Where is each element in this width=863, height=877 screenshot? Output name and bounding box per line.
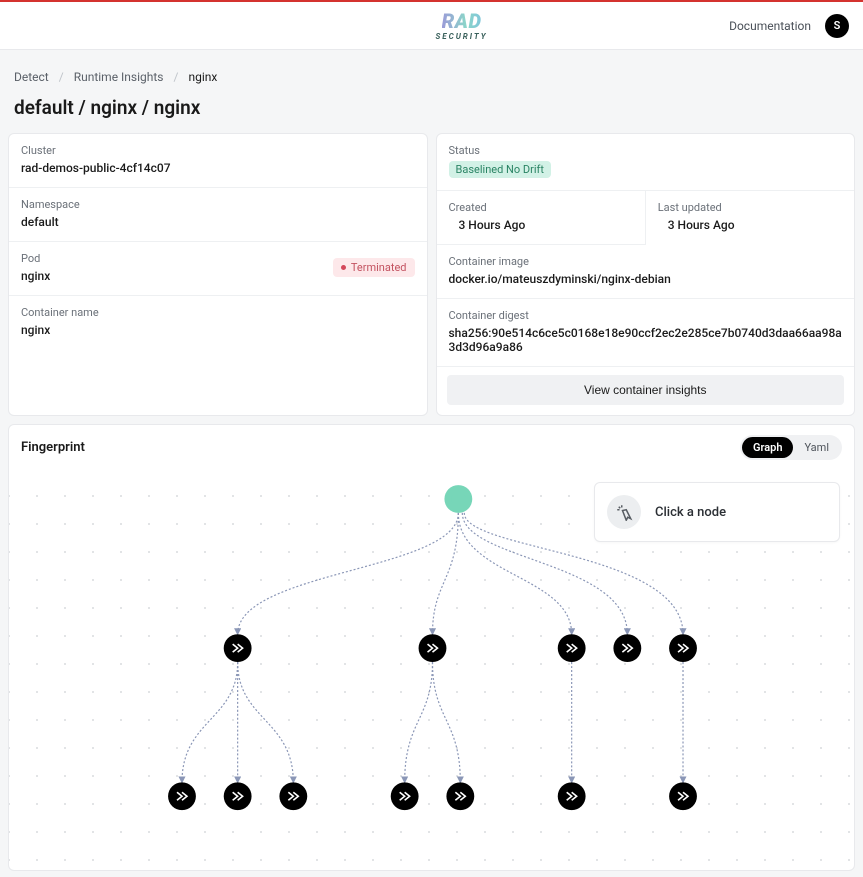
page-body: Detect / Runtime Insights / nginx defaul…	[0, 50, 863, 877]
toggle-yaml[interactable]: Yaml	[793, 437, 840, 458]
documentation-link[interactable]: Documentation	[729, 19, 811, 33]
image-value: docker.io/mateuszdyminski/nginx-debian	[449, 272, 843, 286]
digest-value: sha256:90e514c6ce5c0168e18e90ccf2ec2e285…	[449, 326, 843, 354]
graph-node[interactable]	[224, 782, 252, 810]
graph-node[interactable]	[558, 634, 586, 662]
breadcrumb-detect[interactable]: Detect	[14, 70, 49, 84]
cell-namespace: Namespace default	[9, 188, 427, 242]
view-toggle: Graph Yaml	[740, 435, 842, 460]
breadcrumb-runtime-insights[interactable]: Runtime Insights	[74, 70, 164, 84]
cell-updated: Last updated 3 Hours Ago	[646, 191, 854, 245]
topbar: RAD SECURITY Documentation S	[0, 2, 863, 50]
digest-label: Container digest	[449, 309, 843, 322]
graph-node[interactable]	[446, 782, 474, 810]
cell-container-name: Container name nginx	[9, 296, 427, 349]
click-node-text: Click a node	[655, 505, 726, 520]
cell-status: Status Baselined No Drift	[437, 134, 855, 191]
fingerprint-header: Fingerprint Graph Yaml	[9, 425, 854, 470]
cluster-label: Cluster	[21, 144, 415, 157]
namespace-value: default	[21, 215, 415, 229]
status-label: Status	[449, 144, 843, 157]
updated-value: 3 Hours Ago	[658, 218, 842, 232]
logo-text-top: RAD	[442, 11, 482, 31]
cname-value: nginx	[21, 323, 415, 337]
graph-node[interactable]	[419, 634, 447, 662]
cell-cluster: Cluster rad-demos-public-4cf14c07	[9, 134, 427, 188]
graph-node[interactable]	[558, 782, 586, 810]
cname-label: Container name	[21, 306, 415, 319]
logo[interactable]: RAD SECURITY	[435, 11, 487, 41]
cell-pod: Pod nginx Terminated	[9, 242, 427, 296]
meta-card-left: Cluster rad-demos-public-4cf14c07 Namesp…	[8, 133, 428, 416]
insights-button-row: View container insights	[437, 367, 855, 415]
created-label: Created	[449, 201, 633, 214]
detail-columns: Cluster rad-demos-public-4cf14c07 Namesp…	[6, 133, 857, 416]
graph-node[interactable]	[391, 782, 419, 810]
view-container-insights-button[interactable]: View container insights	[447, 375, 845, 405]
cell-created: Created 3 Hours Ago	[437, 191, 646, 245]
graph-node[interactable]	[669, 782, 697, 810]
graph-area[interactable]: Click a node	[9, 470, 854, 870]
graph-node[interactable]	[224, 634, 252, 662]
topbar-right: Documentation S	[729, 14, 849, 38]
row-created-updated: Created 3 Hours Ago Last updated 3 Hours…	[437, 191, 855, 245]
breadcrumb-sep: /	[59, 70, 64, 84]
graph-root-node[interactable]	[444, 485, 472, 513]
cell-digest: Container digest sha256:90e514c6ce5c0168…	[437, 299, 855, 367]
image-label: Container image	[449, 255, 843, 268]
breadcrumb-sep: /	[174, 70, 179, 84]
cluster-value: rad-demos-public-4cf14c07	[21, 161, 415, 175]
click-node-hint: Click a node	[594, 482, 840, 542]
fingerprint-card: Fingerprint Graph Yaml Click a node	[8, 424, 855, 871]
logo-text-bottom: SECURITY	[435, 32, 487, 41]
namespace-label: Namespace	[21, 198, 415, 211]
page-title: default / nginx / nginx	[6, 92, 857, 133]
created-value: 3 Hours Ago	[449, 218, 633, 232]
graph-node[interactable]	[168, 782, 196, 810]
graph-node[interactable]	[669, 634, 697, 662]
cell-image: Container image docker.io/mateuszdyminsk…	[437, 245, 855, 299]
updated-label: Last updated	[658, 201, 842, 214]
graph-node[interactable]	[279, 782, 307, 810]
status-badge: Baselined No Drift	[449, 161, 551, 178]
breadcrumb-current: nginx	[188, 70, 217, 84]
pod-value: nginx	[21, 269, 50, 283]
meta-card-right: Status Baselined No Drift Created 3 Hour…	[436, 133, 856, 416]
avatar[interactable]: S	[825, 14, 849, 38]
breadcrumb: Detect / Runtime Insights / nginx	[6, 56, 857, 92]
toggle-graph[interactable]: Graph	[742, 437, 794, 458]
cursor-click-icon	[607, 495, 641, 529]
pod-label: Pod	[21, 252, 50, 265]
status-badge-terminated: Terminated	[333, 258, 415, 277]
graph-node[interactable]	[613, 634, 641, 662]
fingerprint-title: Fingerprint	[21, 440, 85, 455]
